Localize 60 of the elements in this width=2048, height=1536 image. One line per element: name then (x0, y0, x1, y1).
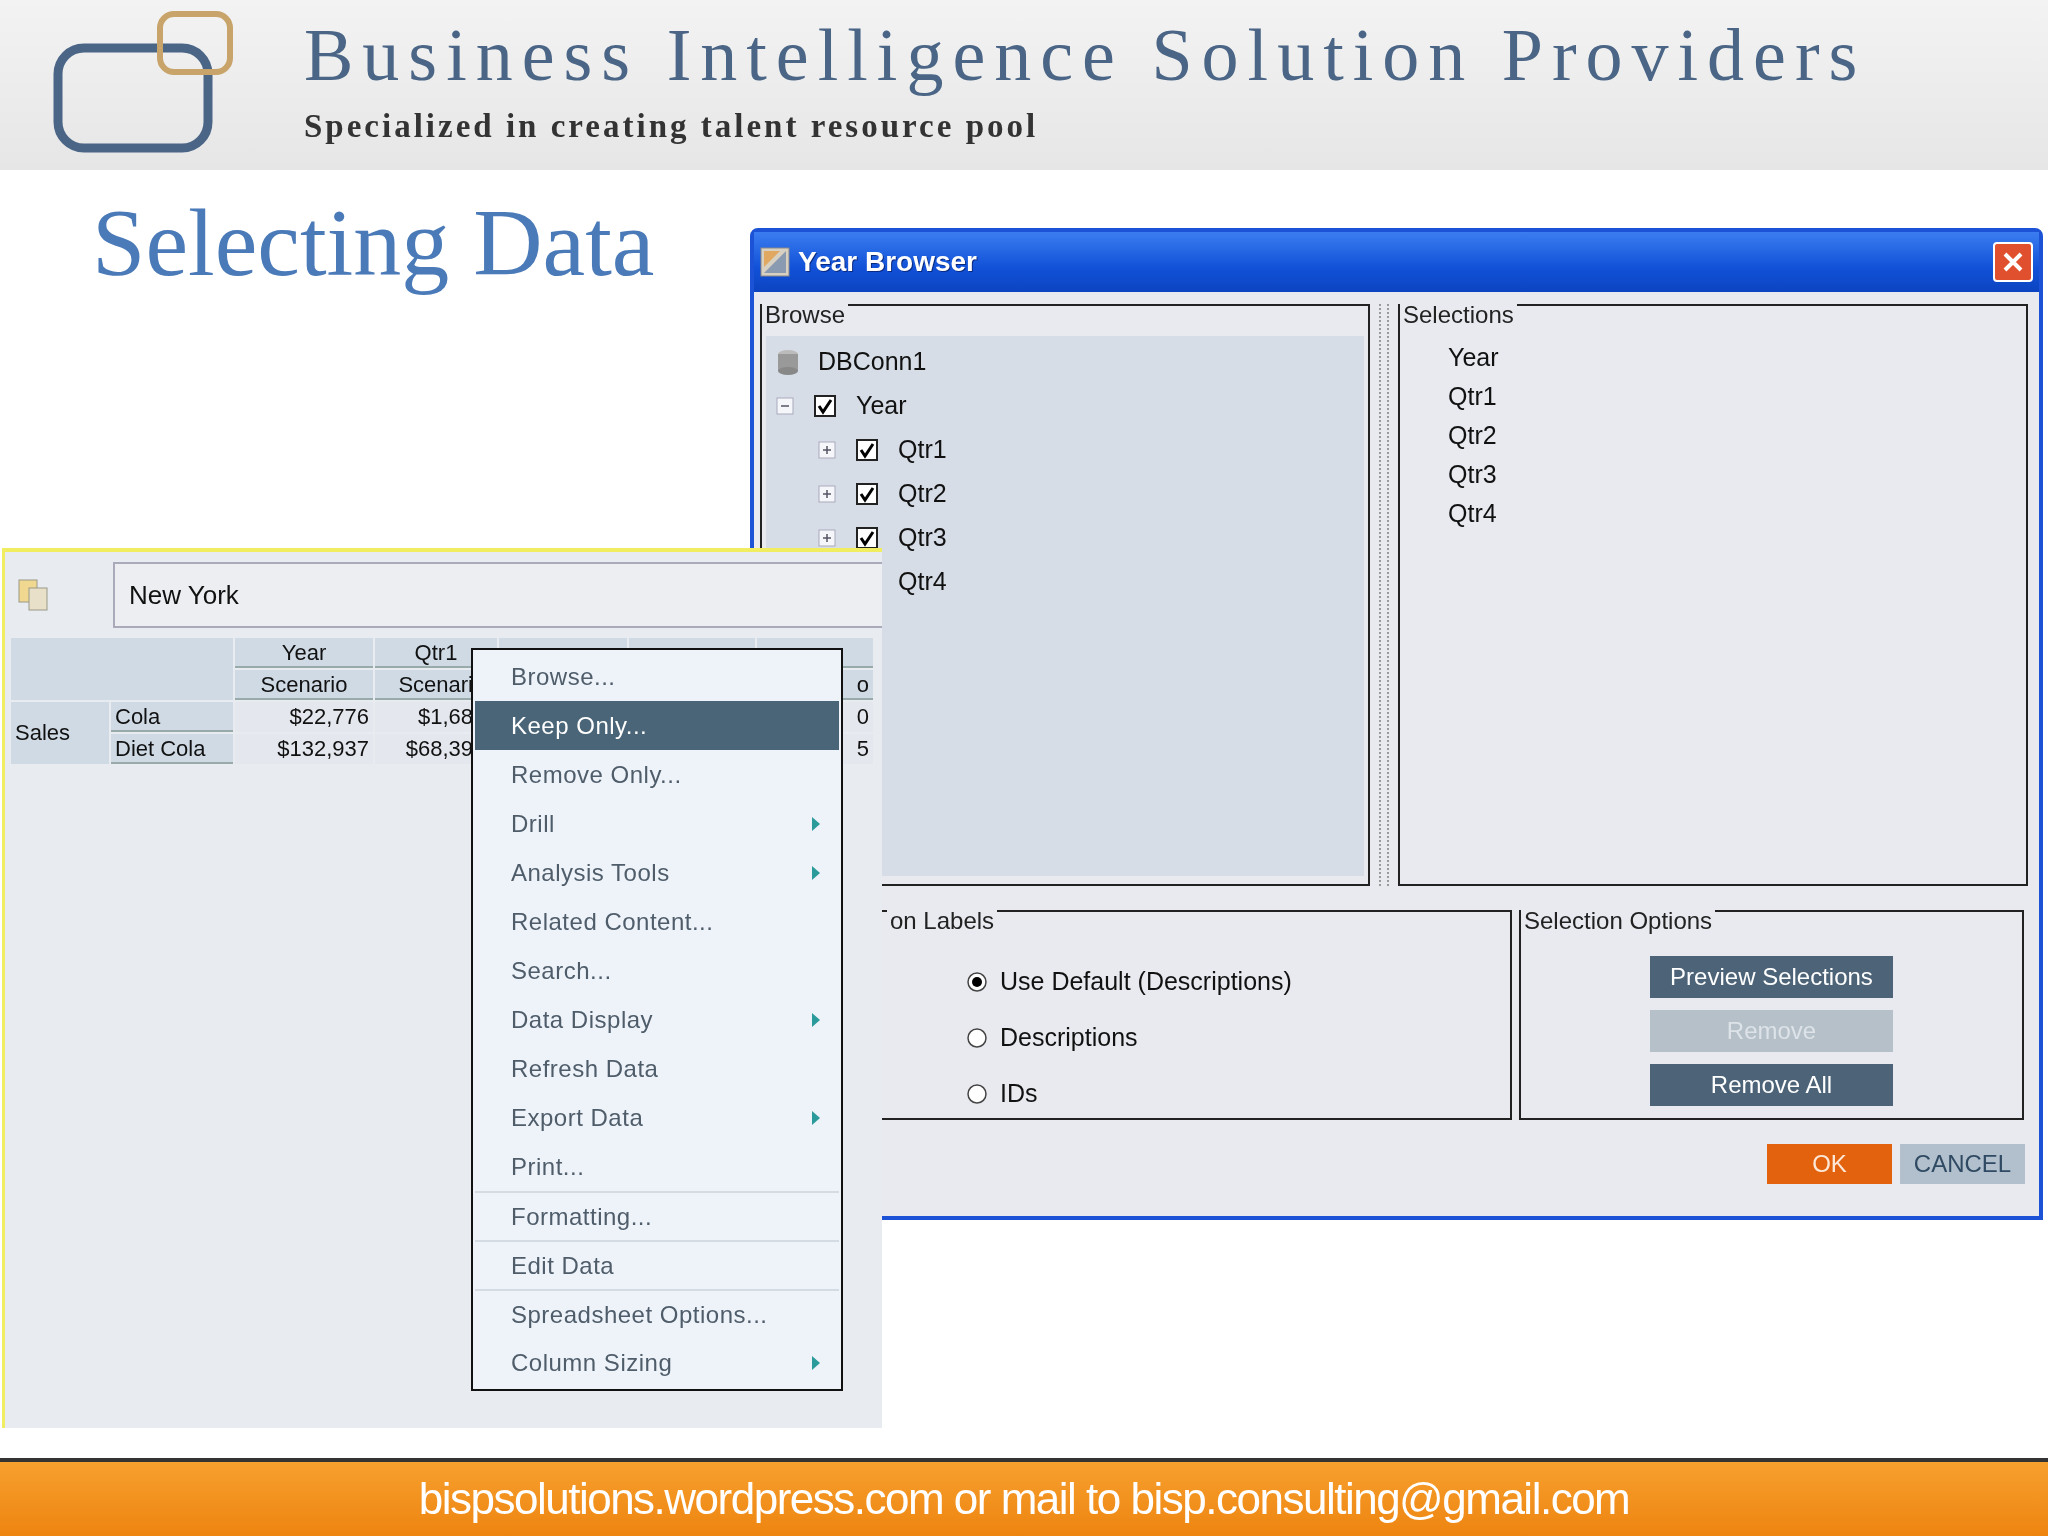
checkbox[interactable] (856, 483, 878, 505)
checkbox[interactable] (856, 439, 878, 461)
option-label[interactable]: Descriptions (1000, 1019, 1138, 1057)
option-label[interactable]: IDs (1000, 1075, 1038, 1113)
selection-item[interactable]: Qtr4 (1448, 494, 2026, 533)
menu-item[interactable]: Edit Data (475, 1240, 839, 1289)
radio-button[interactable] (966, 971, 988, 993)
group-label: Selection Options (1521, 909, 1716, 933)
radio-button[interactable] (966, 1083, 988, 1105)
tree-item[interactable]: Qtr1 (898, 431, 947, 469)
tagline: Specialized in creating talent resource pool (304, 107, 1040, 146)
table-cell: Scenario (235, 670, 373, 700)
tree-item[interactable]: Qtr4 (898, 563, 947, 601)
table-cell: Diet Cola (111, 734, 233, 764)
submenu-arrow-icon (811, 1354, 821, 1371)
selection-item[interactable]: Qtr1 (1448, 377, 2026, 416)
database-icon (776, 349, 800, 375)
menu-item[interactable]: Search... (475, 946, 839, 995)
slide-title: Selecting Data (92, 190, 655, 296)
action-button[interactable]: Remove All (1650, 1064, 1893, 1106)
close-button[interactable] (1993, 242, 2033, 282)
menu-item[interactable]: Column Sizing (475, 1338, 839, 1387)
table-cell: Cola (111, 702, 233, 732)
table-cell: $22,776 (235, 702, 373, 732)
table-cell: Sales (11, 702, 109, 764)
tree-item[interactable]: Qtr2 (898, 475, 947, 513)
checkbox[interactable] (856, 527, 878, 549)
menu-item[interactable]: Refresh Data (475, 1044, 839, 1093)
tree-item[interactable]: Qtr3 (898, 519, 947, 557)
selection-item[interactable]: Year (1448, 338, 2026, 377)
window-icon (760, 247, 790, 277)
menu-item[interactable]: Formatting... (475, 1191, 839, 1240)
table-cell: Year (235, 638, 373, 668)
submenu-arrow-icon (811, 1011, 821, 1028)
copy-icon (17, 578, 51, 612)
menu-item[interactable]: Keep Only... (475, 701, 839, 750)
menu-item[interactable]: Data Display (475, 995, 839, 1044)
menu-item[interactable]: Analysis Tools (475, 848, 839, 897)
tree-item[interactable]: Year (856, 387, 907, 425)
menu-item[interactable]: Spreadsheet Options... (475, 1289, 839, 1338)
pov-field[interactable]: New York (113, 562, 882, 628)
menu-item[interactable]: Related Content... (475, 897, 839, 946)
footer-text: bispsolutions.wordpress.com or mail to bisp.consulting@gmail.com (418, 1473, 1630, 1525)
window-title: Year Browser (798, 245, 977, 279)
submenu-arrow-icon (811, 864, 821, 881)
tree-item[interactable]: DBConn1 (818, 343, 927, 381)
checkbox[interactable] (814, 395, 836, 417)
action-button[interactable]: Preview Selections (1650, 956, 1893, 998)
cancel-button[interactable]: CANCEL (1900, 1144, 2025, 1184)
menu-item[interactable]: Drill (475, 799, 839, 848)
close-icon (2001, 250, 2025, 274)
selection-item[interactable]: Qtr2 (1448, 416, 2026, 455)
radio-button[interactable] (966, 1027, 988, 1049)
submenu-arrow-icon (811, 1109, 821, 1126)
submenu-arrow-icon (811, 815, 821, 832)
option-label[interactable]: Use Default (Descriptions) (1000, 963, 1292, 1001)
selection-item[interactable]: Qtr3 (1448, 455, 2026, 494)
table-cell: $132,937 (235, 734, 373, 764)
menu-item[interactable]: Export Data (475, 1093, 839, 1142)
menu-item[interactable]: Print... (475, 1142, 839, 1191)
